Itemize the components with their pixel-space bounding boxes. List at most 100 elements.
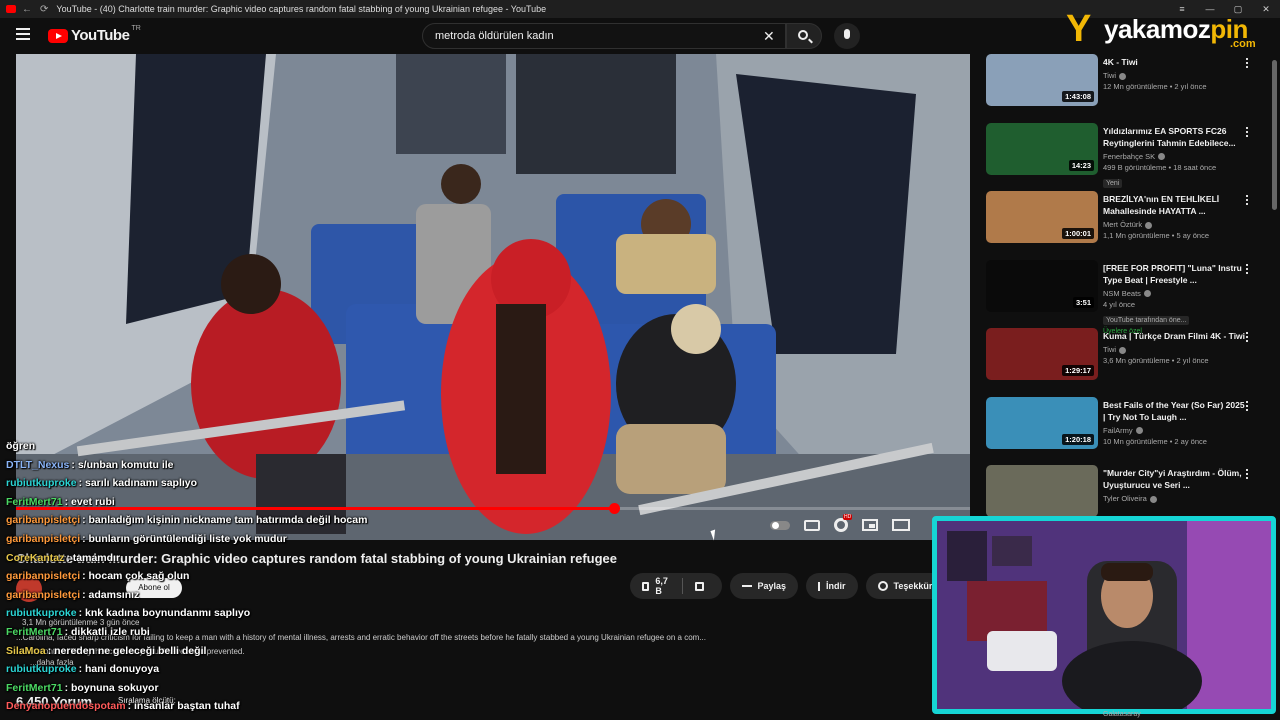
youtube-favicon-icon: [6, 5, 16, 13]
settings-gear-icon[interactable]: HD: [834, 514, 853, 532]
video-thumbnail[interactable]: 3:51: [986, 259, 1098, 312]
video-duration: 14:23: [1068, 159, 1094, 171]
webcam-partial-label: Galatasaray: [1103, 711, 1141, 718]
more-options-icon[interactable]: [1246, 263, 1248, 274]
video-stats: 10 Mn görüntüleme • 2 ay önce: [1103, 436, 1207, 446]
recommendation-title[interactable]: 4K - Tiwi: [1103, 56, 1249, 68]
verified-check-icon: [1149, 495, 1157, 503]
video-thumbnail[interactable]: 1:00:01: [986, 191, 1098, 243]
recommendation-item[interactable]: 3:51 [FREE FOR PROFIT] "Luna" Instru Type…: [986, 259, 1266, 335]
hamburger-menu-icon[interactable]: [16, 28, 30, 40]
thumbs-down-icon: [694, 581, 704, 591]
verified-check-icon: [1145, 221, 1153, 229]
channel-name[interactable]: FailArmy: [1103, 426, 1249, 435]
recommendation-info: Yıldızlarımız EA SPORTS FC26 Reytingleri…: [1103, 125, 1249, 190]
channel-name[interactable]: Tiwi: [1103, 71, 1249, 80]
chat-text: : hocam çok sağ olun: [82, 570, 190, 583]
chat-username: garibanpisletçi: [6, 514, 81, 527]
theater-mode-icon[interactable]: [892, 519, 910, 531]
recommendation-title[interactable]: Yıldızlarımız EA SPORTS FC26 Reytingleri…: [1103, 125, 1249, 149]
back-icon[interactable]: ←: [22, 4, 32, 15]
video-stats: 499 B görüntüleme • 18 saat önce: [1103, 162, 1217, 172]
recommendation-title[interactable]: "Murder City"yi Araştırdım - Ölüm, Uyuşt…: [1103, 467, 1249, 491]
webcam-overlay: [932, 516, 1276, 714]
refresh-icon[interactable]: ⟳: [40, 4, 48, 15]
more-options-icon[interactable]: [1246, 400, 1248, 411]
thumbs-up-icon: [642, 581, 650, 591]
more-options-icon[interactable]: [1246, 332, 1248, 342]
voice-search-icon[interactable]: [834, 23, 860, 49]
more-options-icon[interactable]: [1246, 469, 1248, 479]
channel-name[interactable]: Tyler Oliveira: [1103, 494, 1249, 503]
recommendation-info: Best Fails of the Year (So Far) 2025 | T…: [1103, 399, 1249, 446]
more-options-icon[interactable]: [1246, 195, 1248, 205]
video-thumbnail[interactable]: 14:23: [986, 122, 1098, 175]
video-progress-bar[interactable]: [16, 503, 970, 514]
recommendation-title[interactable]: [FREE FOR PROFIT] "Luna" Instru Type Bea…: [1103, 262, 1249, 286]
chat-username: garibanpisletçi: [6, 533, 81, 545]
region-code: TR: [131, 25, 141, 32]
share-icon: [741, 585, 752, 587]
chat-text: : evet rubi: [64, 495, 115, 508]
recommendation-item[interactable]: 1:29:17 Kuma | Türkçe Dram Filmi 4K - Tiw…: [986, 328, 1266, 384]
chat-username: garibanpisletçi: [6, 570, 81, 583]
chat-message: rubiutkuproke: sarılı kadınamı saplıyo: [6, 477, 197, 489]
logo-text: YouTube: [71, 27, 130, 44]
chat-text: : adamsınız: [82, 588, 140, 601]
recommendation-title[interactable]: BREZİLYA'nın EN TEHLİKELİ Mahallesinde H…: [1103, 193, 1249, 217]
clear-search-icon[interactable]: ✕: [763, 28, 775, 45]
share-button[interactable]: Paylaş: [729, 573, 799, 599]
chat-username: CoreKantaz: [6, 551, 65, 564]
chat-text: : nereden ne geleceği belli değil: [47, 644, 207, 657]
chat-username: FeritMert71: [6, 681, 63, 694]
video-thumbnail[interactable]: 1:43:08: [986, 54, 1098, 106]
streamer-webcam-image: [937, 521, 1271, 709]
video-thumbnail[interactable]: 1:29:17: [986, 328, 1098, 380]
video-thumbnail[interactable]: [986, 465, 1098, 517]
search-input[interactable]: metroda öldürülen kadın: [422, 23, 786, 49]
channel-name[interactable]: Fenerbahçe SK: [1103, 152, 1249, 161]
brand-logo-icon: Y: [1066, 8, 1092, 50]
recommendation-info: "Murder City"yi Araştırdım - Ölüm, Uyuşt…: [1103, 467, 1249, 503]
chat-username: rubiutkuproke: [6, 607, 77, 620]
hd-badge: HD: [843, 514, 853, 520]
chat-message: garibanpisletçi: bunların görüntülendiği…: [6, 533, 287, 545]
verified-check-icon: [1143, 290, 1151, 298]
dislike-button[interactable]: [683, 573, 722, 599]
search-button[interactable]: [786, 23, 822, 49]
channel-name[interactable]: Tiwi: [1103, 345, 1249, 354]
chat-text: : s/unban komutu ile: [71, 458, 174, 471]
chat-message: DTLT_Nexus: s/unban komutu ile: [6, 459, 174, 471]
recommendation-item[interactable]: "Murder City"yi Araştırdım - Ölüm, Uyuşt…: [986, 465, 1266, 521]
channel-name[interactable]: NSM Beats: [1103, 289, 1249, 298]
sidebar-scrollbar[interactable]: [1272, 60, 1277, 210]
more-options-icon[interactable]: [1246, 126, 1248, 137]
like-button[interactable]: 6,7 B: [630, 573, 682, 599]
video-thumbnail[interactable]: 1:20:18: [986, 396, 1098, 449]
chat-text: : insanlar baştan tuhaf: [127, 700, 240, 713]
recommendation-title[interactable]: Kuma | Türkçe Dram Filmi 4K - Tiwi: [1103, 330, 1249, 342]
recommendation-title[interactable]: Best Fails of the Year (So Far) 2025 | T…: [1103, 399, 1249, 423]
youtube-logo[interactable]: YouTube TR: [48, 25, 141, 44]
subtitles-icon[interactable]: [804, 519, 820, 531]
recommendation-item[interactable]: 1:00:01 BREZİLYA'nın EN TEHLİKELİ Mahalle…: [986, 191, 1266, 247]
chat-text: : bunların görüntülendiği liste yok mudu…: [82, 533, 287, 545]
video-badge: YouTube tarafından öne...: [1103, 315, 1190, 325]
video-duration: 1:20:18: [1062, 433, 1094, 445]
miniplayer-icon[interactable]: [862, 519, 878, 531]
recommendation-item[interactable]: 1:43:08 4K - Tiwi Tiwi 12 Mn görüntüleme • …: [986, 54, 1266, 110]
autoplay-toggle-icon[interactable]: [770, 520, 790, 530]
chat-username: SilaMoa: [6, 644, 46, 657]
download-icon: [818, 581, 821, 591]
channel-name[interactable]: Mert Öztürk: [1103, 220, 1249, 229]
more-options-icon[interactable]: [1246, 58, 1248, 68]
chat-message: CoreKantaz: tamamdır: [6, 552, 120, 564]
recommendation-item[interactable]: 1:20:18 Best Fails of the Year (So Far) 2…: [986, 396, 1266, 453]
chat-text: : banladığım kişinin nickname tam hatırı…: [82, 514, 368, 527]
youtube-play-icon: [48, 28, 68, 43]
recommendation-item[interactable]: 14:23 Yıldızlarımız EA SPORTS FC26 Reytin…: [986, 122, 1266, 188]
chat-message: FeritMert71: boynuna sokuyor: [6, 682, 159, 694]
verified-check-icon: [1119, 72, 1127, 80]
download-button[interactable]: İndir: [806, 573, 858, 599]
video-duration: 1:43:08: [1062, 91, 1094, 102]
